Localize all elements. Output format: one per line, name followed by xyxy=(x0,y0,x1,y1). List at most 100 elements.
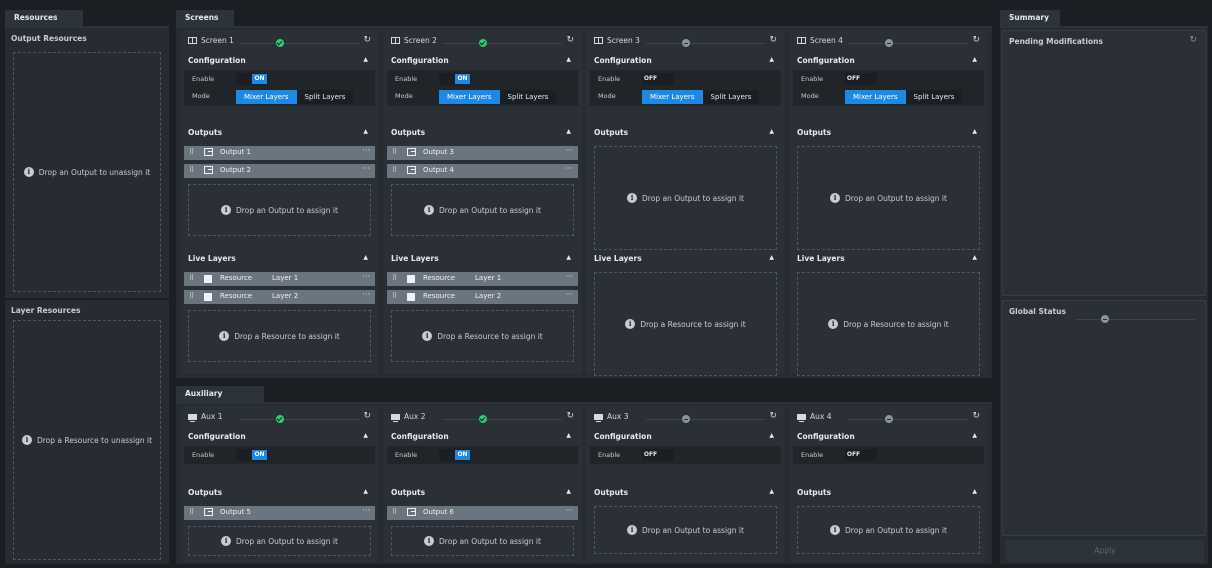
configuration-header[interactable]: Configuration ▲ xyxy=(588,428,783,446)
drag-handle-icon[interactable]: ⠿ xyxy=(392,292,397,300)
drag-handle-icon[interactable]: ⠿ xyxy=(392,148,397,156)
output-assign-dropzone[interactable]: i Drop an Output to assign it xyxy=(391,184,574,236)
chevron-up-icon[interactable]: ▲ xyxy=(972,128,977,135)
resource-assign-dropzone[interactable]: i Drop a Resource to assign it xyxy=(391,310,574,362)
drag-handle-icon[interactable]: ⠿ xyxy=(392,274,397,282)
layer-item[interactable]: ⠿ Resource Layer 2 ··· xyxy=(184,290,375,304)
drag-handle-icon[interactable]: ⠿ xyxy=(392,166,397,174)
more-icon[interactable]: ··· xyxy=(565,146,573,155)
resource-unassign-dropzone[interactable]: i Drop a Resource to unassign it xyxy=(13,320,161,560)
drag-handle-icon[interactable]: ⠿ xyxy=(189,274,194,282)
more-icon[interactable]: ··· xyxy=(565,164,573,173)
refresh-icon[interactable]: ↻ xyxy=(972,411,980,421)
chevron-up-icon[interactable]: ▲ xyxy=(566,488,571,495)
chevron-up-icon[interactable]: ▲ xyxy=(769,128,774,135)
layer-item[interactable]: ⠿ Resource Layer 1 ··· xyxy=(184,272,375,286)
resource-assign-dropzone[interactable]: i Drop a Resource to assign it xyxy=(594,272,777,376)
outputs-header[interactable]: Outputs ▲ xyxy=(182,484,377,502)
layer-item[interactable]: ⠿ Resource Layer 1 ··· xyxy=(387,272,578,286)
chevron-up-icon[interactable]: ▲ xyxy=(972,488,977,495)
configuration-header[interactable]: Configuration ▲ xyxy=(791,52,986,70)
refresh-icon[interactable]: ↻ xyxy=(769,35,777,45)
chevron-up-icon[interactable]: ▲ xyxy=(566,254,571,261)
configuration-header[interactable]: Configuration ▲ xyxy=(385,428,580,446)
output-assign-dropzone[interactable]: i Drop an Output to assign it xyxy=(594,506,777,554)
enable-toggle[interactable]: ON xyxy=(439,449,471,461)
drag-handle-icon[interactable]: ⠿ xyxy=(189,292,194,300)
mode-selector[interactable]: Mixer Layers Split Layers xyxy=(236,90,354,104)
refresh-icon[interactable]: ↻ xyxy=(363,411,371,421)
chevron-up-icon[interactable]: ▲ xyxy=(972,432,977,439)
refresh-icon[interactable]: ↻ xyxy=(769,411,777,421)
chevron-up-icon[interactable]: ▲ xyxy=(363,56,368,63)
more-icon[interactable]: ··· xyxy=(362,146,370,155)
mode-split-layers[interactable]: Split Layers xyxy=(702,90,760,104)
mode-split-layers[interactable]: Split Layers xyxy=(499,90,557,104)
drag-handle-icon[interactable]: ⠿ xyxy=(189,148,194,156)
output-assign-dropzone[interactable]: i Drop an Output to assign it xyxy=(188,184,371,236)
mode-selector[interactable]: Mixer Layers Split Layers xyxy=(845,90,963,104)
more-icon[interactable]: ··· xyxy=(565,506,573,515)
drag-handle-icon[interactable]: ⠿ xyxy=(189,166,194,174)
refresh-icon[interactable]: ↻ xyxy=(566,411,574,421)
outputs-header[interactable]: Outputs ▲ xyxy=(791,484,986,502)
refresh-icon[interactable]: ↻ xyxy=(1189,35,1197,45)
mode-mixer-layers[interactable]: Mixer Layers xyxy=(642,90,703,104)
refresh-icon[interactable]: ↻ xyxy=(972,35,980,45)
chevron-up-icon[interactable]: ▲ xyxy=(769,56,774,63)
output-item[interactable]: ⠿ Output 6 ··· xyxy=(387,506,578,520)
outputs-header[interactable]: Outputs ▲ xyxy=(588,124,783,142)
live-layers-header[interactable]: Live Layers ▲ xyxy=(385,250,580,268)
output-assign-dropzone[interactable]: i Drop an Output to assign it xyxy=(391,526,574,556)
drag-handle-icon[interactable]: ⠿ xyxy=(189,508,194,516)
enable-toggle[interactable]: ON xyxy=(439,73,471,85)
outputs-header[interactable]: Outputs ▲ xyxy=(385,124,580,142)
mode-mixer-layers[interactable]: Mixer Layers xyxy=(845,90,906,104)
output-assign-dropzone[interactable]: i Drop an Output to assign it xyxy=(188,526,371,556)
outputs-header[interactable]: Outputs ▲ xyxy=(588,484,783,502)
output-assign-dropzone[interactable]: i Drop an Output to assign it xyxy=(797,506,980,554)
output-assign-dropzone[interactable]: i Drop an Output to assign it xyxy=(594,146,777,250)
more-icon[interactable]: ··· xyxy=(565,290,573,299)
chevron-up-icon[interactable]: ▲ xyxy=(363,432,368,439)
resource-assign-dropzone[interactable]: i Drop a Resource to assign it xyxy=(188,310,371,362)
enable-toggle[interactable]: OFF xyxy=(845,449,877,461)
chevron-up-icon[interactable]: ▲ xyxy=(363,488,368,495)
tab-auxiliary-screens[interactable]: Auxiliary Screens xyxy=(176,386,264,414)
mode-mixer-layers[interactable]: Mixer Layers xyxy=(439,90,500,104)
outputs-header[interactable]: Outputs ▲ xyxy=(182,124,377,142)
mode-split-layers[interactable]: Split Layers xyxy=(296,90,354,104)
refresh-icon[interactable]: ↻ xyxy=(363,35,371,45)
more-icon[interactable]: ··· xyxy=(362,272,370,281)
apply-button[interactable]: Apply xyxy=(1006,540,1204,562)
refresh-icon[interactable]: ↻ xyxy=(566,35,574,45)
tab-screens[interactable]: Screens xyxy=(176,10,234,26)
chevron-up-icon[interactable]: ▲ xyxy=(566,128,571,135)
chevron-up-icon[interactable]: ▲ xyxy=(566,432,571,439)
output-item[interactable]: ⠿ Output 1 ··· xyxy=(184,146,375,160)
enable-toggle[interactable]: OFF xyxy=(642,449,674,461)
more-icon[interactable]: ··· xyxy=(362,164,370,173)
configuration-header[interactable]: Configuration ▲ xyxy=(385,52,580,70)
output-item[interactable]: ⠿ Output 5 ··· xyxy=(184,506,375,520)
output-unassign-dropzone[interactable]: i Drop an Output to unassign it xyxy=(13,52,161,292)
more-icon[interactable]: ··· xyxy=(565,272,573,281)
mode-selector[interactable]: Mixer Layers Split Layers xyxy=(642,90,760,104)
chevron-up-icon[interactable]: ▲ xyxy=(363,128,368,135)
enable-toggle[interactable]: ON xyxy=(236,449,268,461)
chevron-up-icon[interactable]: ▲ xyxy=(769,488,774,495)
output-item[interactable]: ⠿ Output 4 ··· xyxy=(387,164,578,178)
configuration-header[interactable]: Configuration ▲ xyxy=(588,52,783,70)
mode-selector[interactable]: Mixer Layers Split Layers xyxy=(439,90,557,104)
output-assign-dropzone[interactable]: i Drop an Output to assign it xyxy=(797,146,980,250)
tab-resources[interactable]: Resources xyxy=(5,10,83,26)
chevron-up-icon[interactable]: ▲ xyxy=(769,432,774,439)
layer-item[interactable]: ⠿ Resource Layer 2 ··· xyxy=(387,290,578,304)
enable-toggle[interactable]: ON xyxy=(236,73,268,85)
mode-split-layers[interactable]: Split Layers xyxy=(905,90,963,104)
mode-mixer-layers[interactable]: Mixer Layers xyxy=(236,90,297,104)
enable-toggle[interactable]: OFF xyxy=(642,73,674,85)
enable-toggle[interactable]: OFF xyxy=(845,73,877,85)
configuration-header[interactable]: Configuration ▲ xyxy=(791,428,986,446)
configuration-header[interactable]: Configuration ▲ xyxy=(182,52,377,70)
